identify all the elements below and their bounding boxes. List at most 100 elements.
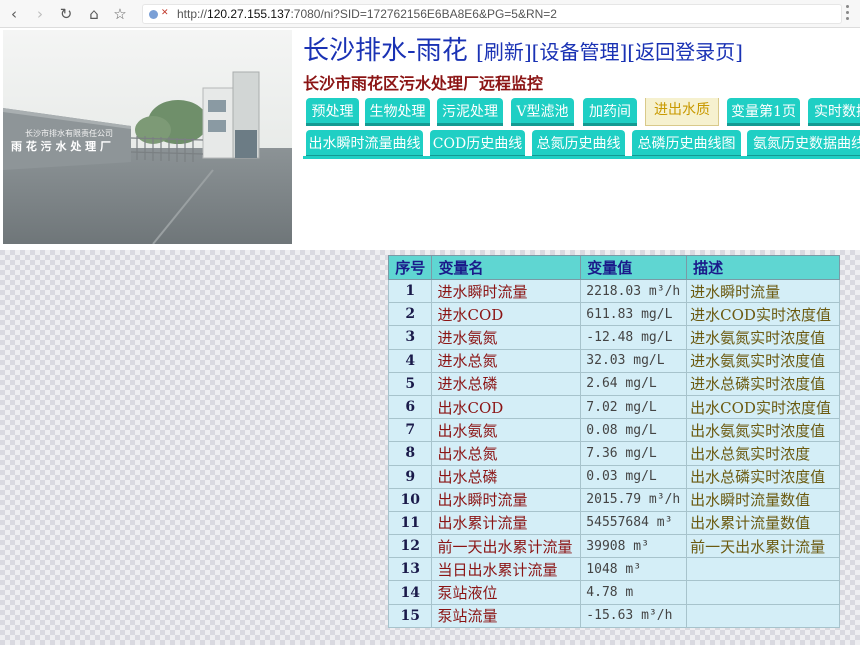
variable-value: 4.78 m xyxy=(580,580,688,605)
variable-value: -12.48 mg/L xyxy=(580,325,688,350)
row-index: 3 xyxy=(387,325,433,350)
row-index: 15 xyxy=(387,603,433,628)
site-icon xyxy=(149,10,158,19)
tab-realtime-data[interactable]: 实时数据 xyxy=(808,98,860,126)
table-row: 2 进水COD 611.83 mg/L 进水COD实时浓度值 xyxy=(387,302,840,327)
variable-name: 出水氨氮 xyxy=(431,418,582,443)
variable-name: 出水总氮 xyxy=(431,441,582,466)
variable-description: 进水瞬时流量 xyxy=(686,278,840,304)
variable-description: 前一天出水累计流量 xyxy=(686,534,840,559)
variable-value: -15.63 m³/h xyxy=(580,603,688,628)
home-icon[interactable]: ⌂ xyxy=(84,4,104,24)
tab-tn-history[interactable]: 总氮历史曲线 xyxy=(532,130,625,158)
variable-name: 出水总磷 xyxy=(431,464,582,489)
variable-description: 出水COD实时浓度值 xyxy=(686,394,840,420)
return-login-link[interactable]: [返回登录页] xyxy=(627,40,743,64)
row-index: 1 xyxy=(387,278,433,304)
row-index: 14 xyxy=(387,580,433,605)
variable-name: 进水瞬时流量 xyxy=(431,278,582,304)
star-icon[interactable]: ☆ xyxy=(110,4,130,24)
variable-value: 7.02 mg/L xyxy=(580,394,688,420)
tab-cod-history[interactable]: COD历史曲线 xyxy=(430,130,525,158)
page-subtitle: 长沙市雨花区污水处理厂远程监控 xyxy=(303,74,544,93)
refresh-link[interactable]: [刷新] xyxy=(476,40,532,64)
variable-name: 进水总氮 xyxy=(431,348,582,373)
variable-description: 进水氨氮实时浓度值 xyxy=(686,348,840,373)
col-header-value: 变量值 xyxy=(580,255,688,280)
site-title: 长沙排水-雨花 xyxy=(303,36,468,66)
table-row: 1 进水瞬时流量 2218.03 m³/h 进水瞬时流量 xyxy=(387,278,840,304)
variable-value: 7.36 mg/L xyxy=(580,441,688,466)
tab-water-quality[interactable]: 进出水质 xyxy=(645,98,719,126)
table-row: 7 出水氨氮 0.08 mg/L 出水氨氮实时浓度值 xyxy=(387,418,840,443)
row-index: 12 xyxy=(387,534,433,559)
table-row: 15 泵站流量 -15.63 m³/h xyxy=(387,603,840,628)
table-row: 4 进水总氮 32.03 mg/L 进水氨氮实时浓度值 xyxy=(387,348,840,373)
table-row: 6 出水COD 7.02 mg/L 出水COD实时浓度值 xyxy=(387,394,840,420)
page-title: 长沙排水-雨花 [刷新][设备管理][返回登录页] xyxy=(303,30,743,67)
tab-tp-history[interactable]: 总磷历史曲线图 xyxy=(632,130,741,158)
table-row: 10 出水瞬时流量 2015.79 m³/h 出水瞬时流量数值 xyxy=(387,487,840,512)
sign-line1: 长沙市排水有限责任公司 xyxy=(25,128,113,138)
sign-line2: 雨 花 污 水 处 理 厂 xyxy=(11,139,111,153)
tab-sludge[interactable]: 污泥处理 xyxy=(437,98,503,126)
variable-description: 进水总磷实时浓度值 xyxy=(686,371,840,396)
device-management-link[interactable]: [设备管理] xyxy=(532,40,628,64)
variable-value: 0.03 mg/L xyxy=(580,464,688,489)
plant-photo: 长沙市排水有限责任公司 雨 花 污 水 处 理 厂 xyxy=(3,30,292,244)
menu-dots-icon[interactable] xyxy=(840,2,854,26)
tab-separator xyxy=(303,156,860,159)
variable-value: 32.03 mg/L xyxy=(580,348,688,373)
row-index: 4 xyxy=(387,348,433,373)
variable-description: 出水瞬时流量数值 xyxy=(686,487,840,512)
tab-outflow-curve[interactable]: 出水瞬时流量曲线 xyxy=(306,130,423,158)
reload-icon[interactable]: ↻ xyxy=(56,4,76,24)
variable-description: 出水氨氮实时浓度值 xyxy=(686,418,840,443)
table-header-row: 序号 变量名 变量值 描述 xyxy=(387,255,840,280)
col-header-index: 序号 xyxy=(387,255,433,280)
col-header-name: 变量名 xyxy=(431,255,582,280)
variable-value: 39908 m³ xyxy=(580,534,688,559)
back-arrow-icon[interactable]: ‹ xyxy=(4,4,24,24)
variable-value: 54557684 m³ xyxy=(580,510,688,536)
row-index: 11 xyxy=(387,510,433,536)
variable-description xyxy=(686,603,840,628)
address-bar[interactable]: ✕ http://120.27.155.137:7080/ni?SID=1727… xyxy=(142,4,842,24)
variable-name: 泵站液位 xyxy=(431,580,582,605)
variable-value: 611.83 mg/L xyxy=(580,302,688,327)
tab-pretreatment[interactable]: 预处理 xyxy=(306,98,359,126)
table-row: 12 前一天出水累计流量 39908 m³ 前一天出水累计流量 xyxy=(387,534,840,559)
row-index: 5 xyxy=(387,371,433,396)
tab-dosing[interactable]: 加药间 xyxy=(583,98,637,126)
variable-name: 进水COD xyxy=(431,302,582,327)
variable-name: 进水总磷 xyxy=(431,371,582,396)
row-index: 8 xyxy=(387,441,433,466)
browser-toolbar: ‹ › ↻ ⌂ ☆ ✕ http://120.27.155.137:7080/n… xyxy=(0,0,860,28)
row-index: 7 xyxy=(387,418,433,443)
variable-description xyxy=(686,580,840,605)
variable-name: 泵站流量 xyxy=(431,603,582,628)
forward-arrow-icon[interactable]: › xyxy=(30,4,50,24)
row-index: 9 xyxy=(387,464,433,489)
tab-variables-page1[interactable]: 变量第1页 xyxy=(727,98,800,126)
col-header-description: 描述 xyxy=(686,255,840,280)
row-index: 10 xyxy=(387,487,433,512)
variable-description xyxy=(686,557,840,582)
table-row: 9 出水总磷 0.03 mg/L 出水总磷实时浓度值 xyxy=(387,464,840,489)
tabs-row-2: 出水瞬时流量曲线 COD历史曲线 总氮历史曲线 总磷历史曲线图 氨氮历史数据曲线 xyxy=(303,130,860,158)
tab-v-filter[interactable]: V型滤池 xyxy=(511,98,574,126)
variable-description: 进水氨氮实时浓度值 xyxy=(686,325,840,350)
variable-description: 出水总氮实时浓度 xyxy=(686,441,840,466)
tab-nh3-history[interactable]: 氨氮历史数据曲线 xyxy=(747,130,860,158)
table-row: 5 进水总磷 2.64 mg/L 进水总磷实时浓度值 xyxy=(387,371,840,396)
variable-value: 0.08 mg/L xyxy=(580,418,688,443)
tab-biological[interactable]: 生物处理 xyxy=(365,98,430,126)
tabs-row-1: 预处理 生物处理 污泥处理 V型滤池 加药间 进出水质 变量第1页 实时数据 xyxy=(303,98,860,126)
variable-value: 2.64 mg/L xyxy=(580,371,688,396)
table-row: 14 泵站液位 4.78 m xyxy=(387,580,840,605)
table-row: 11 出水累计流量 54557684 m³ 出水累计流量数值 xyxy=(387,510,840,536)
variable-name: 进水氨氮 xyxy=(431,325,582,350)
url-text: http://120.27.155.137:7080/ni?SID=172762… xyxy=(177,7,557,21)
table-row: 8 出水总氮 7.36 mg/L 出水总氮实时浓度 xyxy=(387,441,840,466)
variable-description: 出水累计流量数值 xyxy=(686,510,840,536)
